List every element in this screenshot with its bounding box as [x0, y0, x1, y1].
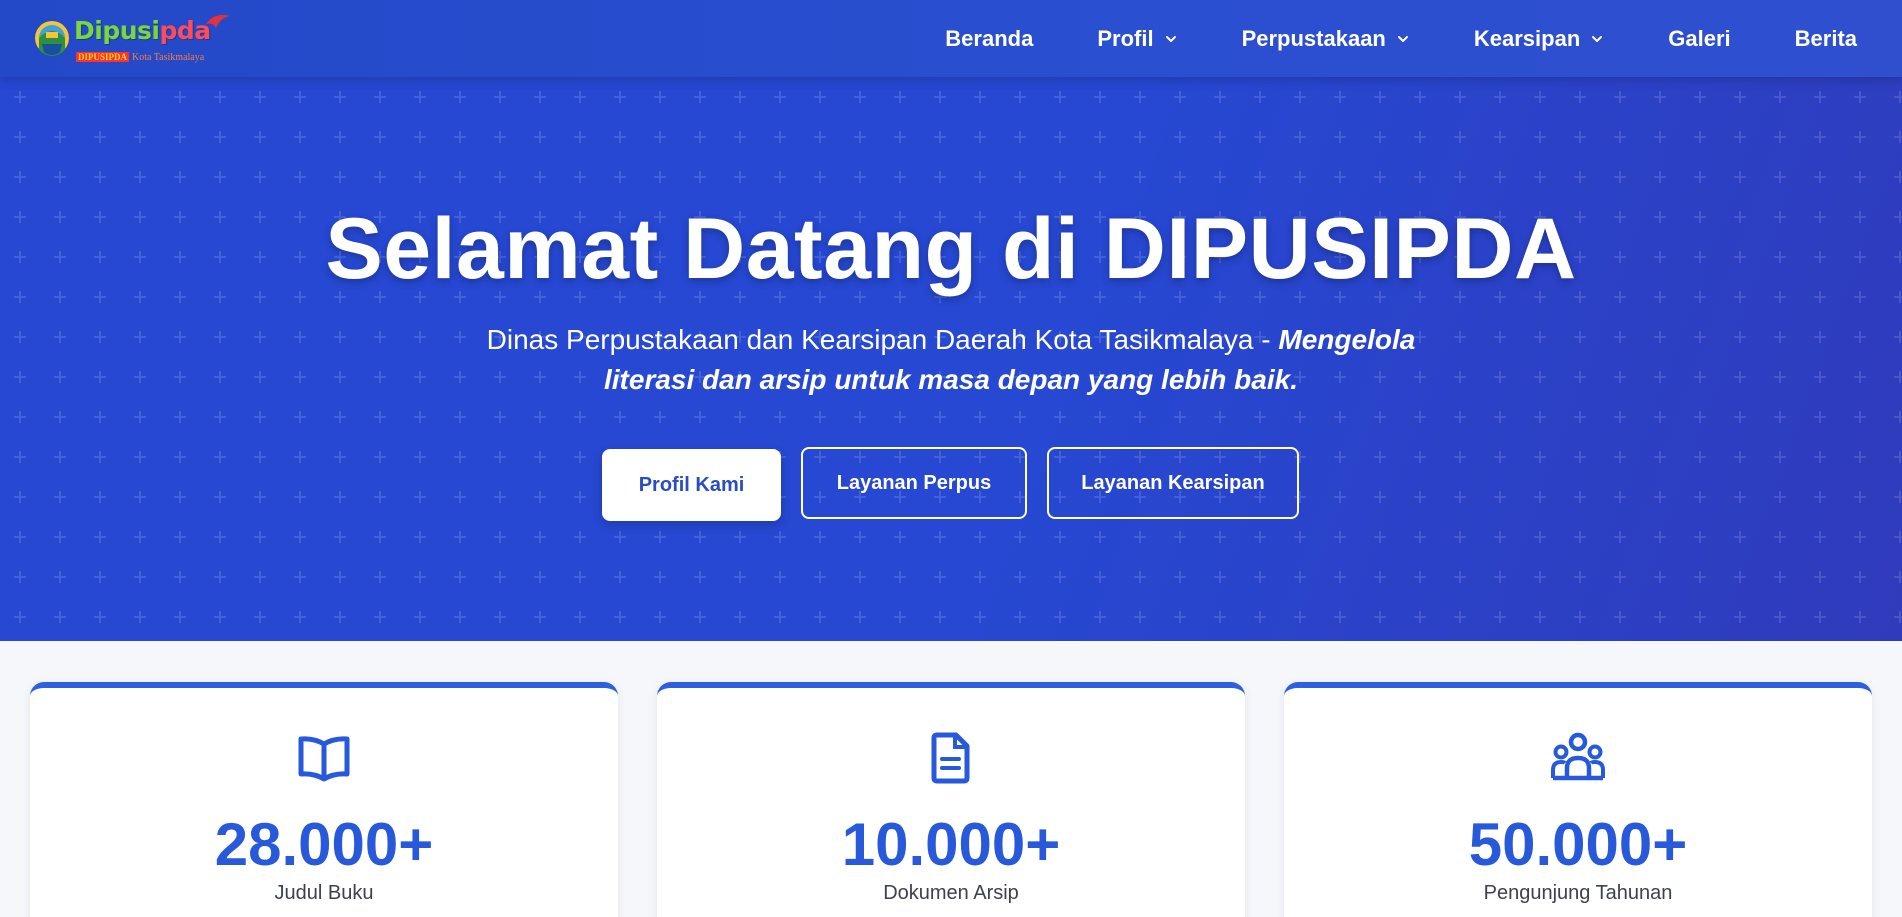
- chevron-down-icon: [1397, 35, 1408, 42]
- stat-label: Dokumen Arsip: [883, 882, 1019, 904]
- stat-label: Pengunjung Tahunan: [1483, 882, 1673, 904]
- layanan-kearsipan-button[interactable]: Layanan Kearsipan: [1047, 447, 1299, 519]
- main-navigation: Beranda Profil Perpustakaan Kearsipan Ga…: [881, 0, 1857, 77]
- bird-mark-icon: [206, 15, 230, 28]
- hero-subtitle-text: Dinas Perpustakaan dan Kearsipan Daerah …: [486, 324, 1279, 355]
- nav-label: Beranda: [945, 25, 1034, 51]
- document-icon: [931, 732, 970, 784]
- hero-subtitle: Dinas Perpustakaan dan Kearsipan Daerah …: [451, 320, 1451, 400]
- chevron-down-icon: [1165, 35, 1176, 42]
- nav-item-perpustakaan[interactable]: Perpustakaan: [1242, 26, 1410, 52]
- stat-card-visitors: 50.000+ Pengunjung Tahunan: [1284, 682, 1872, 917]
- hero-section: Selamat Datang di DIPUSIPDA Dinas Perpus…: [0, 77, 1902, 641]
- stat-value: 10.000+: [841, 811, 1061, 878]
- book-open-icon: [298, 736, 350, 782]
- nav-item-kearsipan[interactable]: Kearsipan: [1474, 26, 1604, 52]
- stat-card-books: 28.000+ Judul Buku: [30, 682, 618, 917]
- chevron-down-icon: [1592, 35, 1603, 42]
- top-navbar: Dipusipda DIPUSIPDA Kota Tasikmalaya Bera…: [0, 0, 1902, 77]
- city-emblem-icon: [35, 21, 69, 56]
- nav-label: Berita: [1794, 25, 1857, 51]
- nav-item-berita[interactable]: Berita: [1795, 26, 1857, 52]
- logo-wordmark: Dipusipda: [74, 16, 211, 45]
- stat-value: 50.000+: [1468, 811, 1688, 878]
- site-logo[interactable]: Dipusipda DIPUSIPDA Kota Tasikmalaya: [32, 10, 232, 68]
- stats-section: 28.000+ Judul Buku 10.000+ Dokumen Arsip…: [0, 641, 1902, 917]
- logo-tagline: DIPUSIPDA Kota Tasikmalaya: [76, 52, 205, 63]
- stat-label: Judul Buku: [274, 882, 374, 904]
- nav-item-galeri[interactable]: Galeri: [1668, 26, 1730, 52]
- stat-card-archives: 10.000+ Dokumen Arsip: [657, 682, 1245, 917]
- users-icon: [1551, 732, 1605, 781]
- nav-item-beranda[interactable]: Beranda: [945, 26, 1033, 52]
- hero-title: Selamat Datang di DIPUSIPDA: [325, 201, 1577, 297]
- stat-value: 28.000+: [214, 811, 434, 878]
- nav-label: Profil: [1097, 25, 1154, 51]
- profil-kami-button[interactable]: Profil Kami: [602, 449, 781, 521]
- nav-item-profil[interactable]: Profil: [1097, 26, 1177, 52]
- nav-label: Galeri: [1668, 25, 1731, 51]
- layanan-perpus-button[interactable]: Layanan Perpus: [801, 447, 1027, 519]
- nav-label: Kearsipan: [1473, 25, 1581, 51]
- nav-label: Perpustakaan: [1241, 25, 1386, 51]
